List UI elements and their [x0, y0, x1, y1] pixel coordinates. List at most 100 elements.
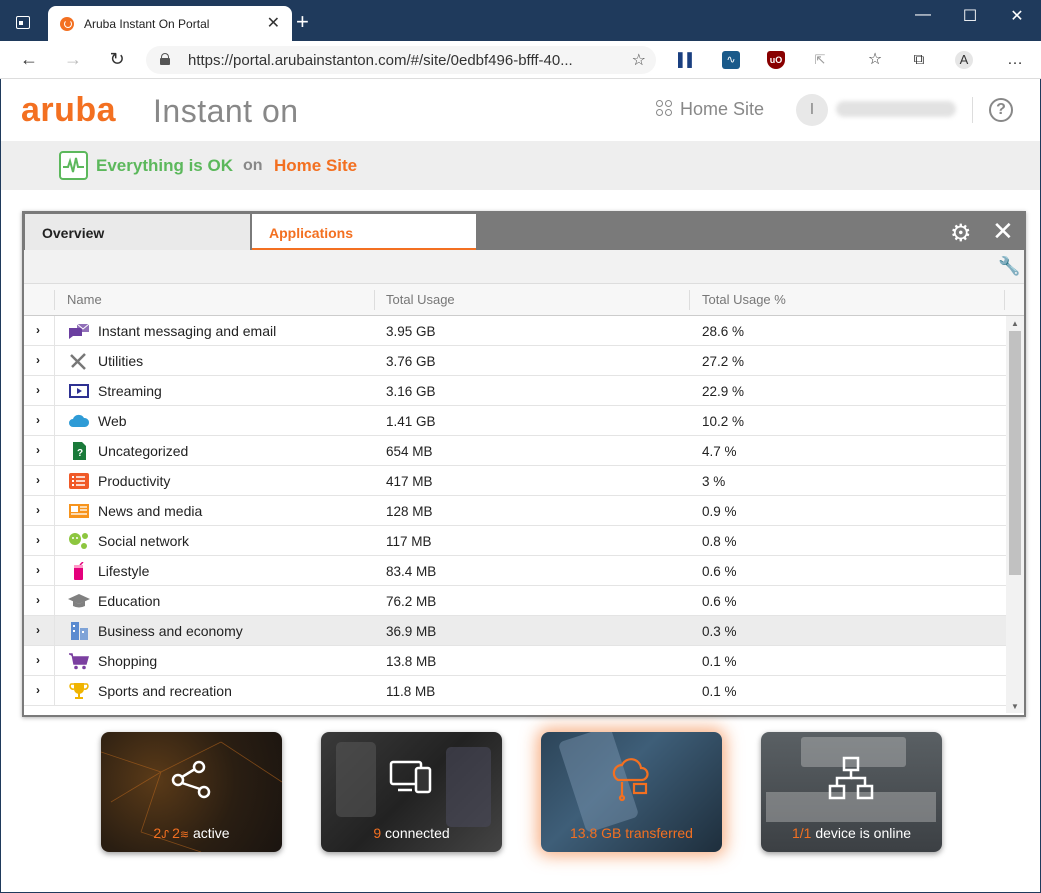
table-row[interactable]: › Lifestyle 83.4 MB 0.6 %	[24, 556, 1006, 586]
usage-percent-value: 27.2 %	[702, 354, 745, 369]
app-header: aruba Instant on Home Site I ?	[1, 79, 1040, 141]
table-row[interactable]: › News and media 128 MB 0.9 %	[24, 496, 1006, 526]
scroll-thumb[interactable]	[1009, 331, 1021, 575]
maximize-button[interactable]: ☐	[950, 6, 990, 26]
aruba-logo[interactable]: aruba	[21, 91, 116, 130]
tab-overview[interactable]: Overview	[25, 214, 250, 250]
close-window-button[interactable]: ✕	[997, 6, 1037, 26]
total-usage-value: 76.2 MB	[386, 594, 437, 609]
column-divider[interactable]	[374, 290, 375, 310]
column-usage-header[interactable]: Total Usage	[386, 292, 455, 307]
url-text[interactable]: https://portal.arubainstanton.com/#/site…	[188, 52, 573, 69]
expand-chevron-icon[interactable]: ›	[36, 353, 40, 367]
tab-applications[interactable]: Applications	[252, 214, 476, 250]
scroll-down-icon[interactable]: ▼	[1011, 702, 1019, 711]
minimize-button[interactable]: —	[903, 6, 943, 24]
browser-tab[interactable]: Aruba Instant On Portal ✕	[48, 6, 292, 41]
more-icon[interactable]: …	[1006, 51, 1024, 69]
lock-icon[interactable]	[160, 53, 170, 65]
profile-icon[interactable]: A	[955, 51, 973, 69]
table-row[interactable]: › Social network 117 MB 0.8 %	[24, 526, 1006, 556]
refresh-button[interactable]: ↻	[105, 49, 129, 70]
table-row[interactable]: › Business and economy 36.9 MB 0.3 %	[24, 616, 1006, 646]
add-favorite-icon[interactable]: ☆	[632, 50, 646, 70]
app-category-name: Uncategorized	[98, 443, 189, 459]
sites-grid-icon	[656, 100, 674, 118]
expand-chevron-icon[interactable]: ›	[36, 443, 40, 457]
column-divider[interactable]	[689, 290, 690, 310]
column-name-header[interactable]: Name	[67, 292, 102, 307]
table-row[interactable]: › Education 76.2 MB 0.6 %	[24, 586, 1006, 616]
aruba-favicon-icon	[60, 17, 74, 31]
usage-percent-value: 0.1 %	[702, 654, 737, 669]
clients-card[interactable]: 9 connected	[321, 732, 502, 852]
newspaper-icon	[68, 502, 90, 520]
cursor-icon[interactable]: ⇱	[811, 51, 829, 69]
app-category-name: News and media	[98, 503, 203, 519]
expand-chevron-icon[interactable]: ›	[36, 323, 40, 337]
row-gutter	[54, 496, 55, 526]
help-icon[interactable]: ?	[989, 98, 1013, 122]
usage-percent-value: 0.8 %	[702, 534, 737, 549]
devices-count: 1/1	[791, 825, 812, 841]
column-pct-header[interactable]: Total Usage %	[702, 292, 786, 307]
user-email-blurred[interactable]	[836, 101, 956, 117]
table-row[interactable]: › Sports and recreation 11.8 MB 0.1 %	[24, 676, 1006, 706]
table-row[interactable]: › Streaming 3.16 GB 22.9 %	[24, 376, 1006, 406]
expand-chevron-icon[interactable]: ›	[36, 593, 40, 607]
status-site-name[interactable]: Home Site	[274, 156, 357, 176]
wrench-icon[interactable]: 🔧	[998, 256, 1020, 277]
back-button[interactable]: ←	[17, 49, 41, 70]
pulse-icon[interactable]: ∿	[722, 51, 740, 69]
svg-text:?: ?	[77, 448, 83, 459]
cloud-icon	[68, 412, 90, 430]
gear-icon[interactable]: ⚙	[950, 219, 972, 248]
expand-chevron-icon[interactable]: ›	[36, 383, 40, 397]
social-nodes-icon	[68, 532, 90, 550]
instant-on-logo: Instant on	[153, 93, 299, 129]
collections-icon[interactable]: ⧉	[910, 51, 928, 69]
table-row[interactable]: › Web 1.41 GB 10.2 %	[24, 406, 1006, 436]
expand-chevron-icon[interactable]: ›	[36, 653, 40, 667]
row-gutter	[54, 376, 55, 406]
traffic-card[interactable]: 13.8 GB transferred	[541, 732, 722, 852]
site-switcher[interactable]: Home Site	[656, 99, 764, 120]
table-scrollbar[interactable]: ▲ ▼	[1006, 316, 1024, 713]
browser-toolbar: ← → ↻ https://portal.arubainstanton.com/…	[0, 41, 1041, 79]
favorites-icon[interactable]: ☆	[866, 51, 884, 69]
networks-card[interactable]: 2ᔑ 2≋ active	[101, 732, 282, 852]
new-tab-button[interactable]: +	[296, 9, 309, 35]
browser-titlebar: Aruba Instant On Portal ✕ + — ☐ ✕	[0, 0, 1041, 41]
expand-chevron-icon[interactable]: ›	[36, 623, 40, 637]
usage-percent-value: 0.1 %	[702, 684, 737, 699]
usage-percent-value: 3 %	[702, 474, 726, 489]
table-row[interactable]: › Instant messaging and email 3.95 GB 28…	[24, 316, 1006, 346]
app-category-name: Instant messaging and email	[98, 323, 277, 339]
scroll-up-icon[interactable]: ▲	[1011, 319, 1019, 328]
expand-chevron-icon[interactable]: ›	[36, 473, 40, 487]
table-row[interactable]: › Utilities 3.76 GB 27.2 %	[24, 346, 1006, 376]
health-status-text[interactable]: Everything is OK	[96, 156, 233, 176]
expand-chevron-icon[interactable]: ›	[36, 503, 40, 517]
window-menu-icon[interactable]	[16, 16, 30, 29]
tab-close-icon[interactable]: ✕	[267, 13, 280, 33]
devices-card[interactable]: 1/1 device is online	[761, 732, 942, 852]
ublock-icon[interactable]: uO	[767, 51, 785, 69]
user-avatar[interactable]: I	[796, 94, 828, 126]
expand-chevron-icon[interactable]: ›	[36, 683, 40, 697]
app-category-name: Lifestyle	[98, 563, 150, 579]
column-divider[interactable]	[1004, 290, 1005, 310]
forward-button[interactable]: →	[61, 49, 85, 70]
close-icon[interactable]: ✕	[992, 216, 1014, 247]
address-bar[interactable]: https://portal.arubainstanton.com/#/site…	[146, 46, 656, 74]
table-row[interactable]: › ? Uncategorized 654 MB 4.7 %	[24, 436, 1006, 466]
expand-chevron-icon[interactable]: ›	[36, 563, 40, 577]
table-row[interactable]: › Productivity 417 MB 3 %	[24, 466, 1006, 496]
total-usage-value: 3.16 GB	[386, 384, 436, 399]
expand-chevron-icon[interactable]: ›	[36, 533, 40, 547]
table-row[interactable]: › Shopping 13.8 MB 0.1 %	[24, 646, 1006, 676]
chat-mail-icon	[68, 322, 90, 340]
trophy-icon	[68, 682, 90, 700]
expand-chevron-icon[interactable]: ›	[36, 413, 40, 427]
bars-icon[interactable]: ▌▌	[678, 51, 696, 69]
